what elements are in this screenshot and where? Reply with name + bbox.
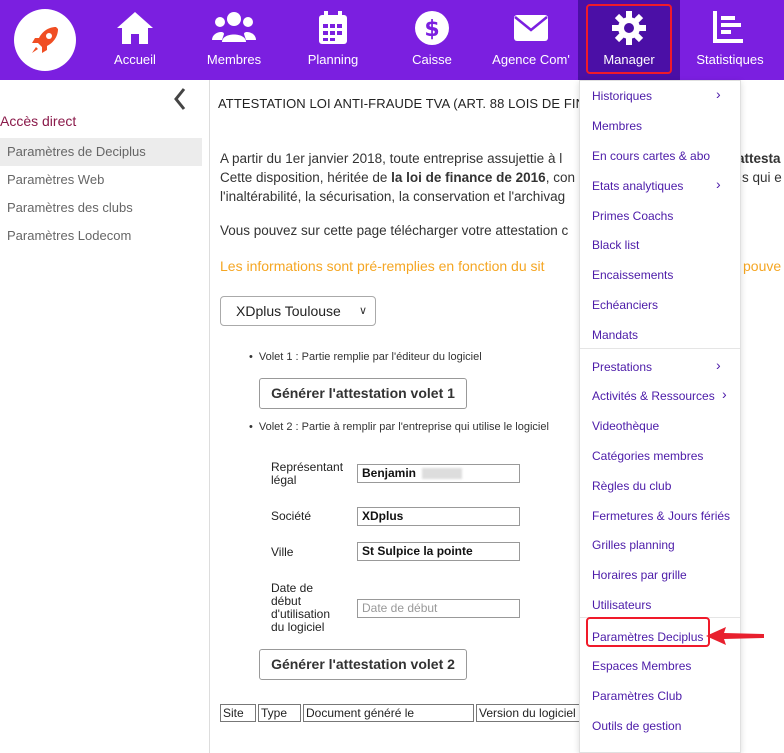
stats-icon	[713, 11, 743, 43]
menu-item-en-cours-cartes[interactable]: En cours cartes & abo	[592, 149, 710, 163]
nav-label-statistiques: Statistiques	[696, 52, 764, 67]
blurred-surname	[422, 468, 463, 480]
chevron-right-icon: ›	[716, 357, 721, 373]
ville-label: Ville	[271, 545, 294, 559]
gear-icon	[612, 11, 646, 45]
generate-volet-1-button[interactable]: Générer l'attestation volet 1	[259, 378, 467, 409]
attestation-table-header: Site Type Document généré le Version du …	[220, 704, 598, 722]
menu-item-espaces-membres[interactable]: Espaces Membres	[592, 659, 691, 673]
nav-agence-com[interactable]: Agence Com'	[490, 0, 572, 80]
sidebar-item-parametres-lodecom[interactable]: Paramètres Lodecom	[0, 222, 202, 250]
menu-divider	[580, 348, 740, 349]
table-header-date: Document généré le	[303, 704, 474, 722]
societe-field[interactable]: XDplus	[357, 507, 520, 526]
menu-item-primes-coachs[interactable]: Primes Coachs	[592, 209, 673, 223]
nav-accueil[interactable]: Accueil	[104, 0, 166, 80]
menu-item-parametres-deciplus[interactable]: Paramètres Deciplus	[592, 630, 703, 644]
menu-item-videotheque[interactable]: Videothèque	[592, 419, 659, 433]
nav-label-caisse: Caisse	[412, 52, 452, 67]
intro-paragraph-2: Vous pouvez sur cette page télécharger v…	[220, 223, 569, 238]
chevron-down-icon: ∨	[358, 305, 367, 317]
sidebar-item-parametres-deciplus[interactable]: Paramètres de Deciplus	[0, 138, 202, 166]
calendar-icon	[319, 11, 347, 44]
intro-line-3: l'inaltérabilité, la sécurisation, la co…	[220, 189, 566, 204]
red-arrow-icon	[706, 627, 764, 645]
sidebar-item-parametres-web[interactable]: Paramètres Web	[0, 166, 202, 194]
nav-label-accueil: Accueil	[114, 52, 156, 67]
menu-item-regles-club[interactable]: Règles du club	[592, 479, 671, 493]
chevron-right-icon: ›	[722, 386, 727, 402]
menu-item-echeanciers[interactable]: Echéanciers	[592, 298, 658, 312]
menu-item-black-list[interactable]: Black list	[592, 238, 639, 252]
chevron-left-icon[interactable]	[172, 86, 188, 112]
menu-item-prestations[interactable]: Prestations ›	[592, 357, 721, 374]
chevron-right-icon: ›	[716, 176, 721, 192]
table-header-version: Version du logiciel	[476, 704, 596, 722]
representant-field[interactable]: Benjamin	[357, 464, 520, 483]
nav-label-membres: Membres	[206, 52, 262, 67]
nav-planning[interactable]: Planning	[302, 0, 364, 80]
prefill-notice: Les informations sont pré-remplies en fo…	[220, 258, 782, 274]
date-debut-label: Date de début d'utilisation du logiciel	[271, 581, 330, 634]
menu-item-activites-ressources[interactable]: Activités & Ressources ›	[592, 386, 727, 403]
menu-item-parametres-club[interactable]: Paramètres Club	[592, 689, 682, 703]
menu-item-etats-analytiques[interactable]: Etats analytiques ›	[592, 176, 721, 193]
representant-label: Représentant légal	[271, 460, 344, 487]
site-select[interactable]: XDplus Toulouse ∨	[220, 296, 376, 326]
intro-line-2: Cette disposition, héritée de la loi de …	[220, 170, 782, 185]
rocket-icon	[32, 27, 58, 53]
menu-item-historiques[interactable]: Historiques ›	[592, 86, 721, 103]
chevron-right-icon: ›	[716, 86, 721, 102]
sidebar: Accès direct Paramètres de Deciplus Para…	[0, 80, 210, 753]
menu-item-horaires-grille[interactable]: Horaires par grille	[592, 568, 687, 582]
users-icon	[212, 12, 256, 42]
date-debut-field[interactable]: Date de début	[357, 599, 520, 618]
dollar-icon: $	[415, 11, 449, 45]
nav-label-agence-com: Agence Com'	[492, 52, 570, 67]
menu-item-fermetures[interactable]: Fermetures & Jours fériés	[592, 509, 730, 523]
sidebar-item-parametres-clubs[interactable]: Paramètres des clubs	[0, 194, 202, 222]
table-header-type: Type	[258, 704, 301, 722]
envelope-icon	[514, 15, 548, 41]
site-select-value: XDplus Toulouse	[236, 303, 341, 319]
table-header-site: Site	[220, 704, 256, 722]
menu-item-categories-membres[interactable]: Catégories membres	[592, 449, 703, 463]
menu-item-encaissements[interactable]: Encaissements	[592, 268, 673, 282]
page-title: ATTESTATION LOI ANTI-FRAUDE TVA (ART. 88…	[218, 96, 586, 111]
nav-caisse[interactable]: $ Caisse	[401, 0, 463, 80]
top-navigation-bar: Accueil Membres Planning $ Caisse Agence…	[0, 0, 784, 80]
menu-item-mandats[interactable]: Mandats	[592, 328, 638, 342]
nav-label-manager: Manager	[603, 52, 655, 67]
nav-statistiques[interactable]: Statistiques	[690, 0, 770, 80]
menu-item-membres[interactable]: Membres	[592, 119, 642, 133]
menu-item-grilles-planning[interactable]: Grilles planning	[592, 538, 675, 552]
menu-item-utilisateurs[interactable]: Utilisateurs	[592, 598, 651, 612]
nav-membres[interactable]: Membres	[203, 0, 265, 80]
menu-item-outils-gestion[interactable]: Outils de gestion	[592, 719, 681, 733]
generate-volet-2-button[interactable]: Générer l'attestation volet 2	[259, 649, 467, 680]
svg-text:$: $	[424, 17, 439, 42]
societe-label: Société	[271, 509, 312, 523]
intro-line-1: A partir du 1er janvier 2018, toute entr…	[220, 151, 781, 166]
manager-dropdown-menu: Historiques › Membres En cours cartes & a…	[579, 80, 741, 753]
ville-field[interactable]: St Sulpice la pointe	[357, 542, 520, 561]
nav-manager[interactable]: Manager	[578, 0, 680, 80]
nav-label-planning: Planning	[307, 52, 359, 67]
volet-1-description: Volet 1 : Partie remplie par l'éditeur d…	[249, 351, 482, 363]
app-logo[interactable]	[14, 9, 76, 71]
home-icon	[117, 12, 153, 44]
sidebar-title: Accès direct	[0, 113, 77, 129]
volet-2-description: Volet 2 : Partie à remplir par l'entrepr…	[249, 421, 549, 433]
